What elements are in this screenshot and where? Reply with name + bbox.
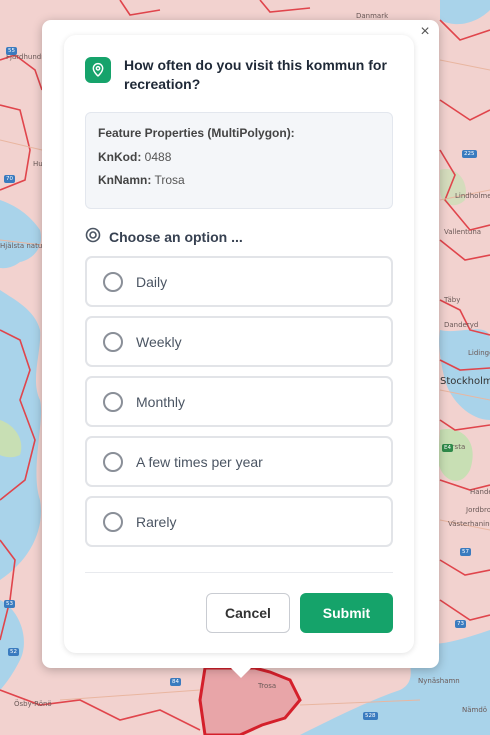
road-shield: 73 — [455, 620, 466, 628]
radio-button[interactable] — [103, 391, 123, 412]
close-button[interactable]: × — [417, 24, 433, 40]
map-label: Västerhaninge — [448, 520, 490, 528]
map-label: Danderyd — [444, 321, 479, 329]
option-label: Daily — [136, 273, 168, 290]
property-key: KnKod: — [98, 150, 142, 164]
option-label: Rarely — [136, 513, 177, 530]
radio-button[interactable] — [103, 511, 123, 532]
road-shield: 528 — [363, 712, 378, 720]
survey-card: How often do you visit this kommun for r… — [64, 35, 414, 653]
property-value: Trosa — [154, 173, 185, 187]
property-value: 0488 — [144, 150, 172, 164]
map-pin-icon — [85, 57, 111, 83]
map-label: Trosa — [258, 682, 277, 690]
map-label: Täby — [444, 296, 461, 304]
option-monthly[interactable]: Monthly — [85, 376, 393, 427]
option-label: Weekly — [136, 333, 182, 350]
map-label: Ösby-Rönö — [14, 700, 52, 708]
map-label: Nynäshamn — [418, 677, 460, 685]
road-shield: 70 — [4, 175, 15, 183]
map-label: Danmark — [356, 12, 389, 20]
property-row: KnKod: 0488 — [98, 150, 380, 164]
map-label: Handen — [470, 488, 490, 496]
divider — [85, 572, 393, 573]
submit-button[interactable]: Submit — [300, 593, 393, 633]
option-daily[interactable]: Daily — [85, 256, 393, 307]
target-icon — [85, 227, 101, 246]
road-shield: 57 — [460, 548, 471, 556]
feature-properties-title: Feature Properties (MultiPolygon): — [98, 126, 295, 140]
road-shield: 84 — [170, 678, 181, 686]
cancel-button[interactable]: Cancel — [206, 593, 290, 633]
radio-button[interactable] — [103, 451, 123, 472]
radio-button[interactable] — [103, 271, 123, 292]
option-rarely[interactable]: Rarely — [85, 496, 393, 547]
question-header: How often do you visit this kommun for r… — [85, 57, 398, 94]
map-label: Lindholmen — [455, 192, 490, 200]
property-key: KnNamn: — [98, 173, 152, 187]
map-label: Lidingö — [468, 349, 490, 357]
road-shield: 55 — [6, 47, 17, 55]
feature-properties-box: Feature Properties (MultiPolygon): KnKod… — [85, 112, 393, 209]
map-label: Stockholm — [440, 376, 490, 387]
road-shield: 52 — [8, 648, 19, 656]
popup-tip — [229, 666, 253, 678]
choose-option-label: Choose an option ... — [109, 228, 243, 245]
property-row: KnNamn: Trosa — [98, 173, 380, 187]
map-label: Nämdö — [462, 706, 488, 714]
radio-button[interactable] — [103, 331, 123, 352]
option-label: A few times per year — [136, 453, 263, 470]
map-label: Vallentuna — [444, 228, 482, 236]
map-label: Jordbro — [466, 506, 490, 514]
option-label: Monthly — [136, 393, 186, 410]
map-popup: × How often do you visit this kommun for… — [42, 20, 439, 668]
choose-option-heading: Choose an option ... — [85, 227, 243, 246]
road-shield: 53 — [4, 600, 15, 608]
option-few-times-per-year[interactable]: A few times per year — [85, 436, 393, 487]
road-shield: E4 — [442, 444, 453, 452]
question-text: How often do you visit this kommun for r… — [124, 57, 387, 92]
option-weekly[interactable]: Weekly — [85, 316, 393, 367]
road-shield: 225 — [462, 150, 477, 158]
